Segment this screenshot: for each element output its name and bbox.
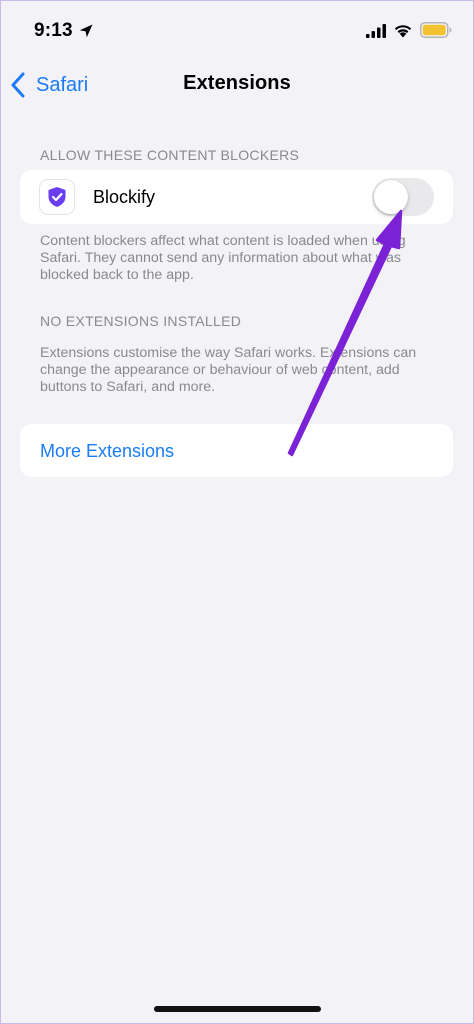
shield-check-icon: [48, 187, 66, 207]
content-blockers-footer: Content blockers affect what content is …: [40, 233, 406, 283]
more-extensions-button[interactable]: More Extensions: [20, 424, 453, 477]
content-blocker-row-blockify: Blockify: [20, 170, 453, 224]
content-blockers-header: ALLOW THESE CONTENT BLOCKERS: [40, 147, 300, 163]
blockify-app-icon: [39, 179, 75, 215]
page-title: Extensions: [183, 72, 291, 94]
extensions-header: NO EXTENSIONS INSTALLED: [40, 313, 242, 329]
status-time: 9:13: [34, 20, 73, 41]
blockify-toggle[interactable]: [372, 178, 434, 216]
blockify-label: Blockify: [93, 187, 156, 207]
more-extensions-label: More Extensions: [40, 441, 175, 461]
battery-fill: [422, 24, 446, 36]
toggle-knob: [374, 180, 408, 214]
signal-bars-icon: [366, 24, 386, 38]
status-bar: 9:13: [0, 0, 474, 58]
wifi-icon: [394, 25, 412, 38]
extensions-footer: Extensions customise the way Safari work…: [40, 345, 417, 395]
home-indicator: [154, 1006, 321, 1012]
location-arrow-icon: [79, 24, 93, 38]
battery-icon: [420, 22, 452, 38]
